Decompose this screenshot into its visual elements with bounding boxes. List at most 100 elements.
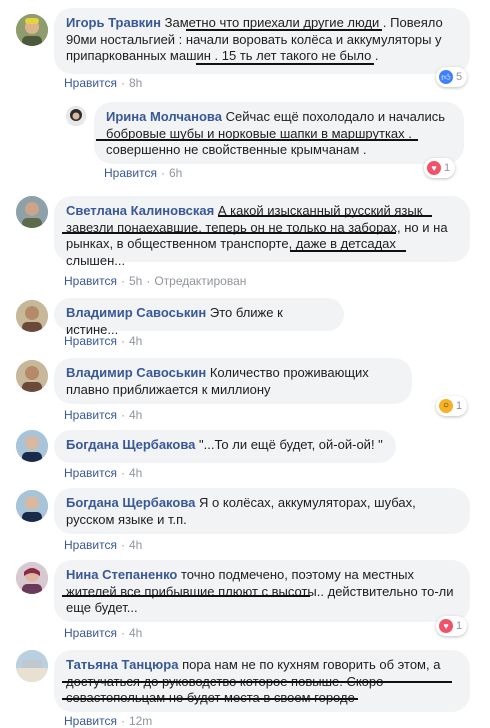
separator: ·: [120, 274, 125, 288]
comment-author[interactable]: Светлана Калиновская: [66, 203, 214, 218]
like-link[interactable]: Нравится: [64, 334, 117, 348]
comment-7: Богдана Щербакова Я о колёсах, аккумулят…: [0, 486, 490, 552]
comment-actions: Нравится · 12m: [64, 714, 152, 728]
avatar[interactable]: [16, 14, 48, 46]
timestamp[interactable]: 4h: [129, 466, 142, 480]
comment-actions: Нравится · 4h: [64, 538, 142, 552]
avatar[interactable]: [16, 196, 48, 228]
user-photo-icon: [16, 196, 48, 228]
comment-bubble: Владимир Савоськин Это ближе к истине...: [54, 298, 344, 337]
separator: ·: [120, 538, 125, 552]
timestamp[interactable]: 4h: [129, 626, 142, 640]
avatar[interactable]: [16, 650, 48, 682]
reaction-count-value: 1: [456, 400, 463, 412]
comment-4: Владимир Савоськин Это ближе к истине...…: [0, 296, 490, 350]
comment-bubble: Нина Степаненко точно подмечено, поэтому…: [54, 560, 470, 622]
comment-bubble: Ирина Молчанова Сейчас ещё похолодало и …: [94, 102, 464, 164]
comment-author[interactable]: Владимир Савоськин: [66, 365, 206, 380]
user-photo-icon: [16, 14, 48, 46]
timestamp[interactable]: 12m: [129, 714, 152, 728]
edited-label[interactable]: Отредактирован: [154, 274, 246, 288]
reaction-count[interactable]: ♥ 1: [424, 158, 456, 178]
comment-author[interactable]: Богдана Щербакова: [66, 437, 195, 452]
avatar[interactable]: [16, 360, 48, 392]
comment-3: Светлана Калиновская А какой изысканный …: [0, 192, 490, 288]
like-link[interactable]: Нравится: [64, 626, 117, 640]
wow-reaction-icon: ○: [439, 399, 453, 413]
comment-bubble: Светлана Калиновская А какой изысканный …: [54, 196, 470, 268]
comment-actions: Нравится · 4h: [64, 466, 142, 480]
like-link[interactable]: Нравится: [64, 408, 117, 422]
comment-actions: Нравится · 8h: [64, 76, 142, 90]
handwritten-underline: [62, 681, 452, 683]
separator: ·: [120, 714, 125, 728]
love-reaction-icon: ♥: [427, 161, 441, 175]
user-photo-icon: [16, 300, 48, 332]
reaction-count[interactable]: ○ 1: [436, 396, 468, 416]
handwritten-underline: [186, 29, 382, 31]
handwritten-underline: [62, 698, 358, 700]
comment-text: "...То ли ещё будет, ой-ой-ой! ": [199, 437, 383, 452]
comment-6: Богдана Щербакова "...То ли ещё будет, о…: [0, 428, 490, 482]
user-photo-icon: [16, 650, 48, 682]
handwritten-underline: [290, 250, 406, 252]
avatar[interactable]: [16, 430, 48, 462]
separator: ·: [120, 466, 125, 480]
comment-author[interactable]: Богдана Щербакова: [66, 495, 195, 510]
like-link[interactable]: Нравится: [104, 166, 157, 180]
comment-actions: Нравится · 5h · Отредактирован: [64, 274, 246, 288]
handwritten-underline: [196, 63, 374, 65]
avatar[interactable]: [16, 490, 48, 522]
reaction-count[interactable]: 👍︎ 5: [436, 67, 468, 87]
separator: ·: [120, 334, 125, 348]
timestamp[interactable]: 5h: [129, 274, 142, 288]
comment-9: Татьяна Танцюра пора нам не по кухням го…: [0, 646, 490, 728]
comment-author[interactable]: Нина Степаненко: [66, 567, 177, 582]
love-reaction-icon: ♥: [439, 619, 453, 633]
comment-2-reply: Ирина Молчанова Сейчас ещё похолодало и …: [0, 96, 490, 184]
separator: ·: [146, 274, 151, 288]
timestamp[interactable]: 6h: [169, 166, 182, 180]
comment-5: Владимир Савоськин Количество проживающи…: [0, 356, 490, 422]
user-photo-icon: [16, 360, 48, 392]
comment-actions: Нравится · 4h: [64, 334, 142, 348]
avatar[interactable]: [16, 300, 48, 332]
comment-actions: Нравится · 4h: [64, 626, 142, 640]
handwritten-underline: [218, 215, 432, 217]
like-link[interactable]: Нравится: [64, 76, 117, 90]
avatar[interactable]: [66, 106, 86, 126]
timestamp[interactable]: 4h: [129, 334, 142, 348]
separator: ·: [120, 626, 125, 640]
like-link[interactable]: Нравится: [64, 714, 117, 728]
user-photo-icon: [16, 430, 48, 462]
like-link[interactable]: Нравится: [64, 274, 117, 288]
comment-author[interactable]: Владимир Савоськин: [66, 305, 206, 320]
user-photo-icon: [16, 562, 48, 594]
user-photo-icon: [16, 490, 48, 522]
comment-bubble: Владимир Савоськин Количество проживающи…: [54, 358, 412, 404]
like-link[interactable]: Нравится: [64, 538, 117, 552]
reaction-count[interactable]: ♥ 1: [436, 616, 468, 636]
comment-bubble: Богдана Щербакова Я о колёсах, аккумулят…: [54, 488, 470, 534]
handwritten-underline: [62, 232, 396, 234]
comment-actions: Нравится · 6h: [104, 166, 182, 180]
timestamp[interactable]: 4h: [129, 408, 142, 422]
reaction-count-value: 1: [456, 620, 463, 632]
separator: ·: [120, 408, 125, 422]
like-link[interactable]: Нравится: [64, 466, 117, 480]
timestamp[interactable]: 8h: [129, 76, 142, 90]
handwritten-underline: [96, 139, 418, 141]
comment-1: Игорь Травкин Заметно что приехали други…: [0, 0, 490, 92]
reaction-count-value: 5: [456, 71, 463, 83]
comment-author[interactable]: Игорь Травкин: [66, 15, 161, 30]
timestamp[interactable]: 4h: [129, 538, 142, 552]
comment-actions: Нравится · 4h: [64, 408, 142, 422]
comment-author[interactable]: Ирина Молчанова: [106, 109, 222, 124]
comment-author[interactable]: Татьяна Танцюра: [66, 657, 178, 672]
separator: ·: [160, 166, 165, 180]
comment-bubble: Богдана Щербакова "...То ли ещё будет, о…: [54, 430, 396, 463]
avatar[interactable]: [16, 562, 48, 594]
handwritten-underline: [62, 595, 310, 597]
separator: ·: [120, 76, 125, 90]
user-photo-icon: [66, 106, 86, 126]
